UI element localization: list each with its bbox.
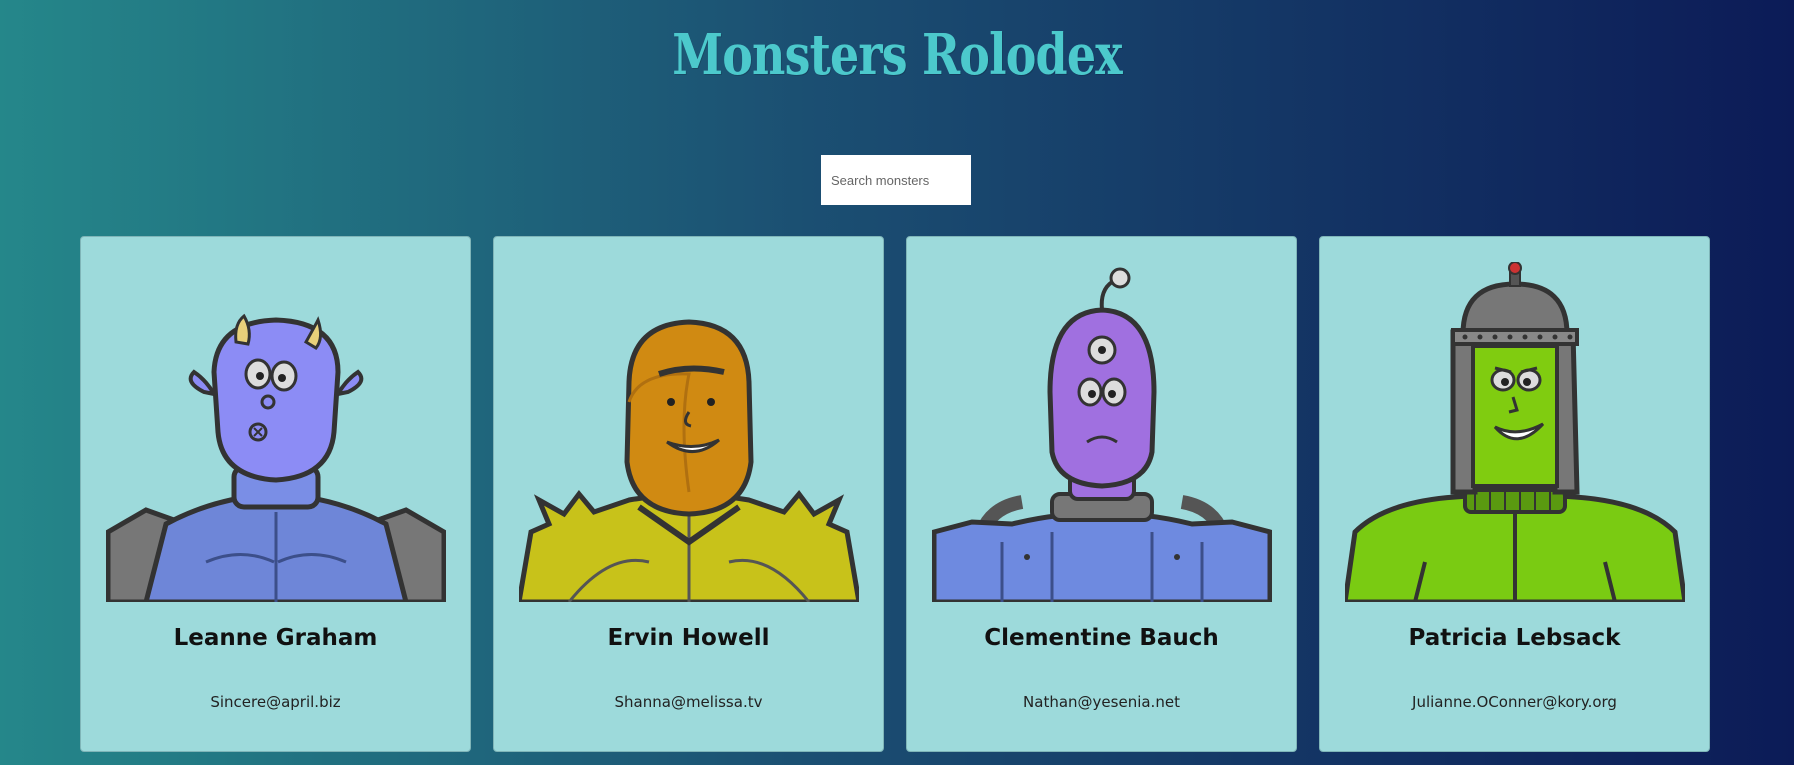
monster-email: Nathan@yesenia.net bbox=[1023, 693, 1180, 711]
monster-name: Patricia Lebsack bbox=[1408, 625, 1621, 651]
monster-card[interactable]: Patricia Lebsack Julianne.OConner@kory.o… bbox=[1319, 236, 1710, 752]
orange-hooded-monster-avatar bbox=[519, 319, 859, 602]
page-title: Monsters Rolodex bbox=[672, 22, 1122, 88]
monster-name: Leanne Graham bbox=[173, 625, 378, 651]
monster-name: Clementine Bauch bbox=[984, 625, 1219, 651]
monster-card[interactable]: Ervin Howell Shanna@melissa.tv bbox=[493, 236, 884, 752]
search-input[interactable] bbox=[821, 155, 971, 205]
purple-three-eyed-robot-monster-avatar bbox=[932, 267, 1272, 602]
green-helmet-monster-avatar bbox=[1345, 262, 1685, 602]
monster-email: Sincere@april.biz bbox=[210, 693, 341, 711]
monster-card[interactable]: Leanne Graham Sincere@april.biz bbox=[80, 236, 471, 752]
monster-card[interactable]: Clementine Bauch Nathan@yesenia.net bbox=[906, 236, 1297, 752]
monster-name: Ervin Howell bbox=[607, 625, 770, 651]
blue-horned-monster-avatar bbox=[106, 313, 446, 602]
monster-email: Julianne.OConner@kory.org bbox=[1412, 693, 1617, 711]
monster-email: Shanna@melissa.tv bbox=[614, 693, 763, 711]
